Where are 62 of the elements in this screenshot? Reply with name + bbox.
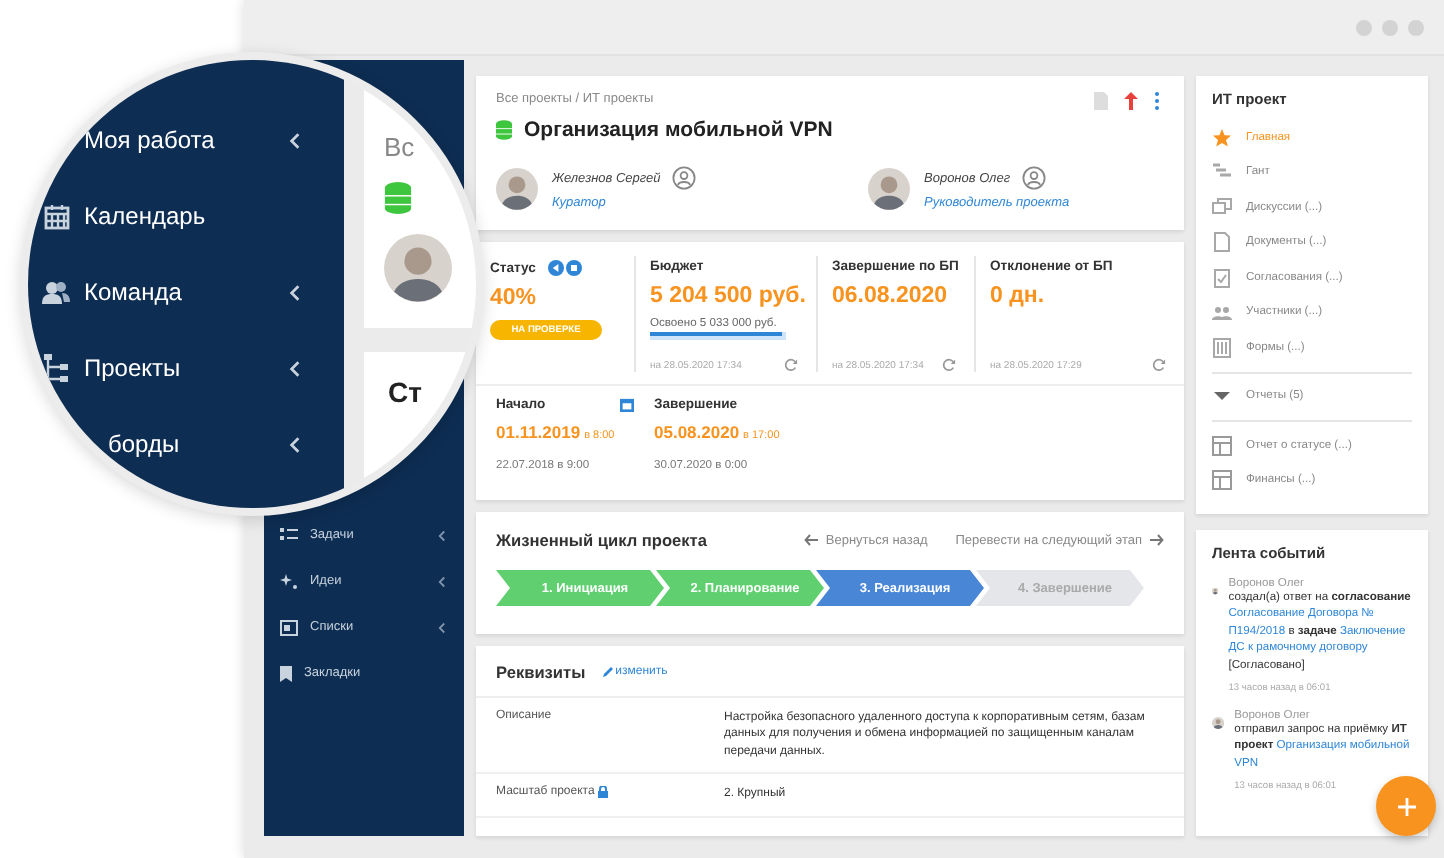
up-arrow-icon[interactable] [1124,92,1138,110]
stop-icon[interactable] [565,260,582,276]
bookmark-icon [280,665,292,681]
date-value: 01.11.2019 [496,422,581,442]
menu-item[interactable]: Календарь [28,178,344,254]
metric-value: 0 дн. [990,284,1047,308]
pencil-icon [601,666,614,678]
avatar [384,234,452,302]
menu-item[interactable]: Команда [28,254,344,330]
checklist-icon [1212,267,1232,288]
user-circle-icon[interactable] [672,166,697,190]
chevron-left-icon [286,131,304,149]
breadcrumb-text: Вс [384,132,417,162]
calendar-icon[interactable] [620,398,634,412]
people-icon [1212,302,1232,323]
window-dot [1382,19,1398,35]
sparkle-icon [280,573,298,589]
window-dot [1356,19,1372,35]
section-title: Реквизиты [496,662,586,682]
back-icon[interactable] [547,260,564,276]
table-icon [1212,435,1232,456]
refresh-icon[interactable] [942,358,956,372]
date-value: 05.08.2020 [654,422,740,442]
window-dot [1408,19,1424,35]
more-icon[interactable] [1154,92,1160,110]
database-icon [496,120,512,140]
user-circle-icon[interactable] [1022,166,1047,190]
right-arrow-icon [1150,534,1164,546]
menu-item[interactable]: Моя работа [28,102,344,178]
menu-item[interactable]: борды [28,406,344,482]
card-heading: Ст [388,376,422,409]
chevron-left-icon [436,575,448,587]
project-title: Организация мобильной VPN [524,118,833,142]
chevron-left-icon [286,359,304,377]
chevron-left-icon [286,435,304,453]
refresh-icon[interactable] [784,358,798,372]
star-icon [1212,127,1232,148]
form-icon [1212,337,1232,358]
calendar-icon [43,203,69,229]
section-title: Жизненный цикл проекта [496,530,709,550]
metric-value: 06.08.2020 [832,284,950,308]
menu-item[interactable]: Проекты [28,330,344,406]
avatar [496,167,538,209]
chart-bars-icon [1212,162,1232,183]
list-icon [280,619,298,635]
chat-icon [1212,197,1232,218]
plus-icon [1397,797,1415,815]
caret-down-icon [1212,390,1232,403]
left-arrow-icon [803,534,818,546]
hierarchy-icon [44,354,68,382]
metric-value: 40% [490,286,539,310]
refresh-icon[interactable] [1152,358,1166,372]
people-icon [42,280,70,304]
chevron-left-icon [436,621,448,633]
database-icon [384,182,412,214]
metric-value: 5 204 500 руб. [650,284,802,308]
table-icon [1212,470,1232,491]
chevron-left-icon [286,283,304,301]
avatar [868,167,910,209]
checklist-icon [280,528,298,542]
chevron-left-icon [436,529,448,541]
document-icon [1212,232,1232,253]
